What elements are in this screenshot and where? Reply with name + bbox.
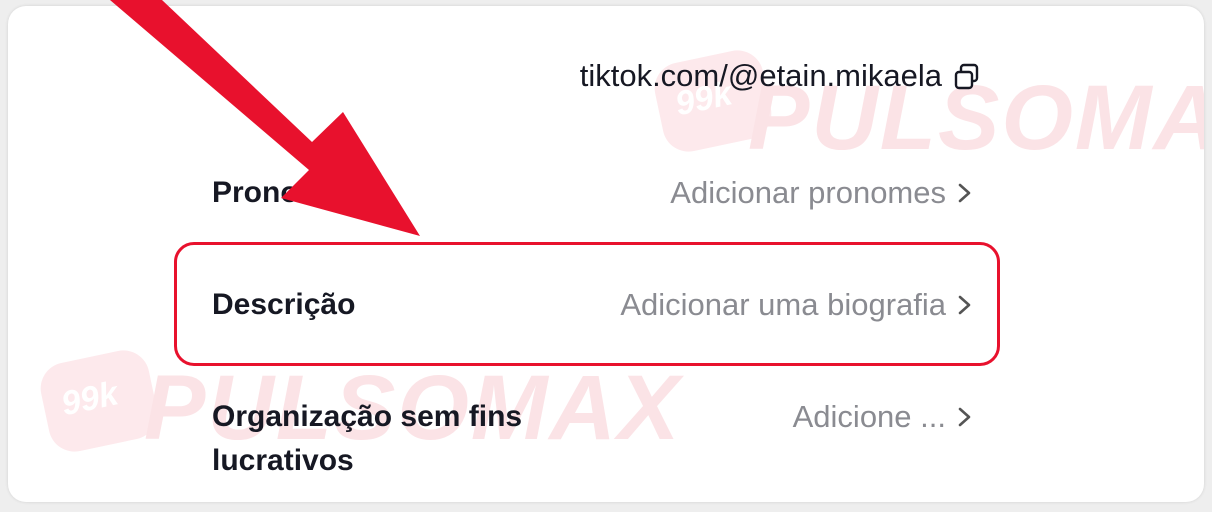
- arrow-pointer: [110, 0, 420, 236]
